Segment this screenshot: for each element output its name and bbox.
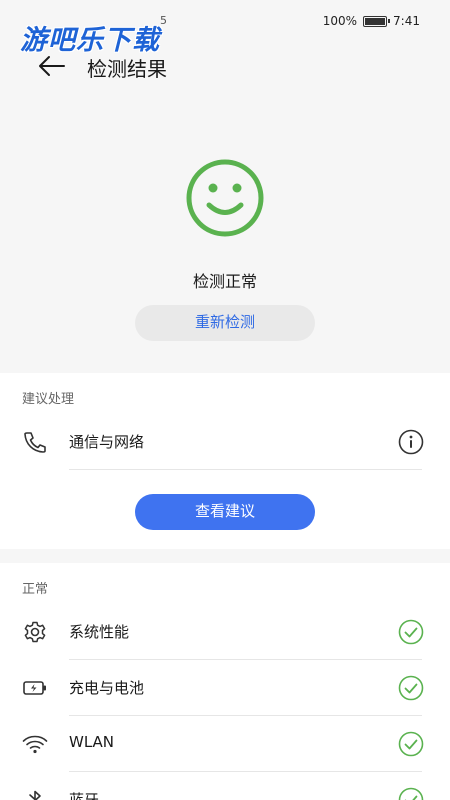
section-label-suggestions: 建议处理 — [22, 392, 75, 407]
list-item-system-performance[interactable]: 系统性能 — [0, 604, 450, 660]
wifi-icon — [22, 735, 48, 754]
list-item-label: 系统性能 — [69, 623, 130, 641]
bluetooth-icon — [29, 790, 41, 800]
back-arrow-icon — [39, 56, 65, 76]
check-icon — [398, 787, 424, 800]
list-item-bluetooth[interactable]: 蓝牙 — [0, 772, 450, 800]
battery-icon — [363, 15, 391, 27]
phone-icon — [24, 432, 46, 453]
suggestions-card: 建议处理 通信与网络 查看建议 — [0, 373, 450, 549]
section-label-normal: 正常 — [22, 582, 49, 597]
list-item-label: 充电与电池 — [69, 679, 145, 697]
header: 检测结果 — [0, 44, 450, 88]
retest-button[interactable]: 重新检测 — [135, 305, 315, 341]
list-item-label: 蓝牙 — [69, 791, 100, 800]
list-item-wlan[interactable]: WLAN — [0, 716, 450, 772]
list-item-label: 通信与网络 — [69, 433, 145, 451]
smiley-icon — [186, 159, 264, 237]
list-item-battery[interactable]: 充电与电池 — [0, 660, 450, 716]
result-text: 检测正常 — [192, 272, 257, 291]
gear-icon — [24, 621, 46, 643]
view-advice-button[interactable]: 查看建议 — [135, 494, 315, 530]
list-item-label: WLAN — [69, 733, 115, 751]
back-button[interactable] — [36, 52, 68, 80]
result-hero: 检测正常 重新检测 — [0, 88, 450, 365]
status-time: 7:41 — [393, 14, 420, 28]
status-signal-text: 5 — [160, 14, 167, 27]
check-icon — [398, 675, 424, 701]
check-icon — [398, 731, 424, 757]
divider — [69, 469, 422, 470]
check-icon — [398, 619, 424, 645]
status-right: 100% 7:41 — [323, 14, 420, 28]
list-item-network[interactable]: 通信与网络 — [0, 414, 450, 470]
battery-charging-icon — [23, 681, 46, 695]
normal-card: 正常 系统性能 充电与电池 WLAN 蓝牙 — [0, 563, 450, 800]
page-title: 检测结果 — [87, 57, 167, 81]
battery-percent: 100% — [322, 14, 358, 28]
info-icon[interactable] — [398, 429, 424, 455]
